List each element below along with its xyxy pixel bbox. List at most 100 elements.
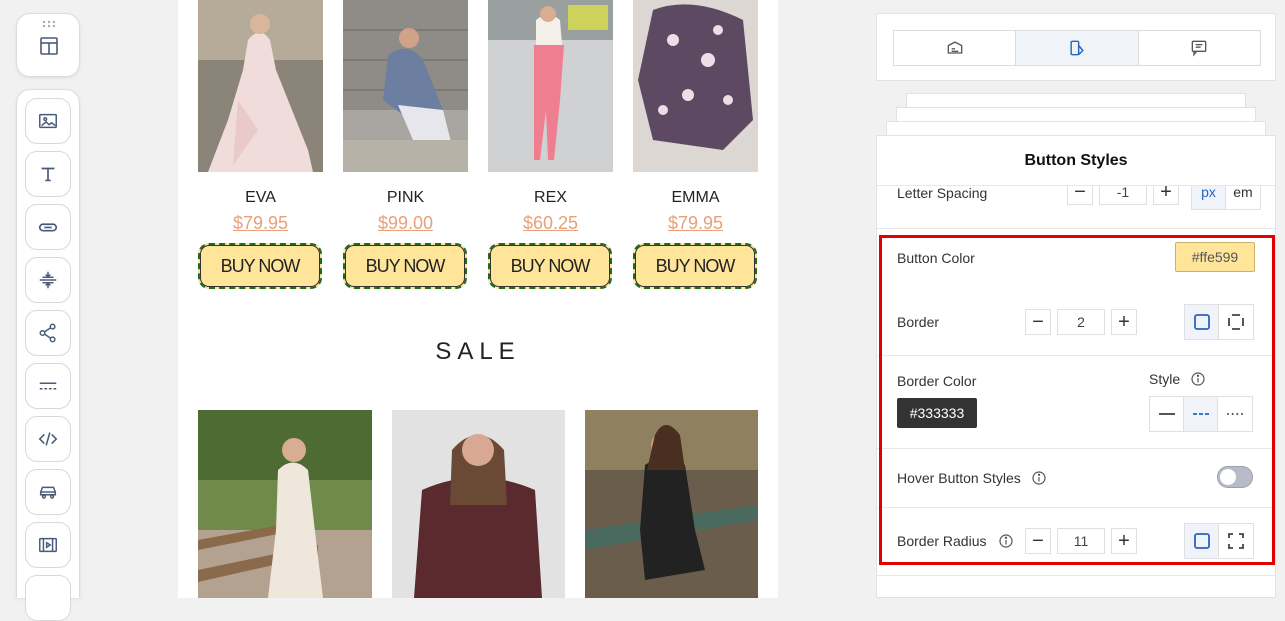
radius-corners-toggle [1184,523,1254,559]
product-card: EVA $79.95 BUY NOW [198,0,323,289]
spacer-icon [39,382,57,390]
button-icon [38,223,58,232]
content-icon [947,41,962,54]
buy-now-button[interactable]: BUY NOW [633,243,757,289]
toggle-knob [1220,469,1236,485]
tool-html[interactable] [25,416,71,462]
product-price[interactable]: $60.25 [488,213,613,235]
style-dotted[interactable] [1218,397,1252,431]
panel-tabs [893,30,1261,66]
border-label: Border [897,314,940,330]
button-color-label: Button Color [897,250,975,266]
buy-now-button[interactable]: BUY NOW [488,243,612,289]
button-styles-panel: Button Styles Letter Spacing − -1 + px e… [876,135,1276,598]
tool-spacer[interactable] [25,363,71,409]
image-icon [39,113,57,129]
square-icon [1193,533,1210,549]
border-radius-stepper: − 11 + [1025,528,1137,554]
divider-icon [39,271,57,289]
letter-spacing-label: Letter Spacing [897,185,988,201]
sale-photo [585,410,758,598]
sale-heading: SALE [435,338,521,365]
corners-icon [1228,533,1244,549]
car-icon [39,486,57,499]
split-sides-icon [1228,314,1244,330]
video-icon [39,537,57,553]
html-code-icon [38,432,58,446]
info-icon[interactable] [1032,471,1046,485]
radius-all-corners[interactable] [1185,524,1219,558]
product-price[interactable]: $79.95 [633,213,758,235]
button-color-swatch[interactable]: #ffe599 [1175,242,1255,272]
style-label: Style [1149,371,1181,387]
border-all-sides[interactable] [1185,305,1219,339]
product-price[interactable]: $79.95 [198,213,323,235]
divider [877,355,1275,356]
tool-car[interactable] [25,469,71,515]
product-name: REX [534,189,567,206]
border-radius-label: Border Radius [897,533,987,549]
sale-photo [198,410,372,598]
decrement-button[interactable]: − [1025,309,1051,335]
tool-divider[interactable] [25,257,71,303]
border-style-selector [1149,396,1253,432]
hover-styles-toggle[interactable] [1217,466,1253,488]
info-icon[interactable] [1191,372,1205,386]
border-sides-toggle [1184,304,1254,340]
tool-text[interactable] [25,151,71,197]
solid-line-icon [1158,413,1175,415]
square-icon [1193,314,1210,330]
tab-comments[interactable] [1139,31,1260,65]
dashed-line-icon [1192,413,1209,415]
divider [877,507,1275,508]
tool-video[interactable] [25,522,71,568]
divider [877,228,1275,229]
social-share-icon [39,323,56,343]
style-dashed[interactable] [1184,397,1218,431]
tool-image[interactable] [25,98,71,144]
tool-more[interactable] [25,575,71,621]
increment-button[interactable]: + [1111,309,1137,335]
style-solid[interactable] [1150,397,1184,431]
product-photo [633,0,758,172]
buy-now-button[interactable]: BUY NOW [198,243,322,289]
styles-icon [1070,40,1084,56]
comments-icon [1191,40,1207,57]
divider [877,448,1275,449]
product-photo [488,0,613,172]
buy-now-button[interactable]: BUY NOW [343,243,467,289]
grip-icon [42,20,56,28]
product-name: PINK [386,189,425,206]
increment-button[interactable]: + [1111,528,1137,554]
tool-button[interactable] [25,204,71,250]
product-price[interactable]: $99.00 [343,213,468,235]
product-photo [198,0,323,172]
product-photo [343,0,468,172]
product-card: PINK $99.00 BUY NOW [343,0,468,289]
border-value[interactable]: 2 [1057,309,1105,335]
tool-social[interactable] [25,310,71,356]
border-color-label: Border Color [897,373,977,389]
border-color-swatch[interactable]: #333333 [897,398,977,428]
text-icon [41,167,55,182]
border-radius-value[interactable]: 11 [1057,528,1105,554]
panel-tabs-container [876,13,1276,81]
radius-individual-corners[interactable] [1219,524,1253,558]
dotted-line-icon [1227,413,1243,415]
info-icon[interactable] [999,534,1013,548]
panel-title: Button Styles [877,136,1275,186]
block-toolbar [16,89,80,621]
product-card: REX $60.25 BUY NOW [488,0,613,289]
decrement-button[interactable]: − [1025,528,1051,554]
border-individual-sides[interactable] [1219,305,1253,339]
layout-icon [40,37,58,55]
divider [877,575,1275,576]
email-canvas: EVA $79.95 BUY NOW PINK $99.00 BUY NOW R… [178,0,778,598]
tab-content[interactable] [894,31,1017,65]
toolbar-drag-handle[interactable] [16,13,80,77]
product-name: EMMA [671,189,720,206]
border-stepper: − 2 + [1025,309,1137,335]
product-card: EMMA $79.95 BUY NOW [633,0,758,289]
tab-styles[interactable] [1016,31,1139,65]
product-name: EVA [245,189,276,206]
